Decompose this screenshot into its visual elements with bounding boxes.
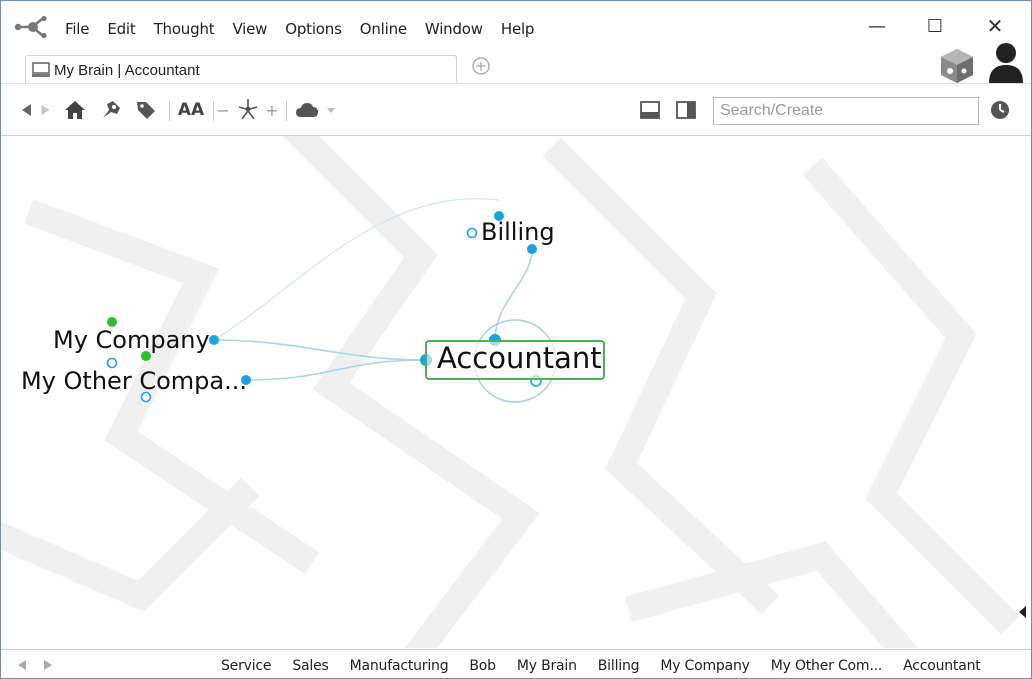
add-tab-icon[interactable] <box>471 56 491 76</box>
billing-jump-gate[interactable] <box>466 227 478 239</box>
menu-edit[interactable]: Edit <box>107 20 144 38</box>
history-clock-icon[interactable] <box>989 97 1011 123</box>
history-item[interactable]: Sales <box>292 658 328 674</box>
history-item[interactable]: Manufacturing <box>350 658 449 674</box>
history-back-icon[interactable] <box>15 659 29 671</box>
chevron-down-icon[interactable] <box>325 97 337 123</box>
menu-view[interactable]: View <box>232 20 276 38</box>
layout-right-icon[interactable] <box>675 97 697 123</box>
thought-my-company[interactable]: My Company <box>53 328 210 352</box>
link-company-billing <box>213 198 500 341</box>
tag-icon[interactable] <box>135 97 157 123</box>
history-item[interactable]: Billing <box>598 658 640 674</box>
thought-accountant-active[interactable]: Accountant <box>437 344 602 373</box>
toolbar-separator <box>169 101 170 121</box>
history-item[interactable]: My Brain <box>517 658 577 674</box>
minimize-button[interactable]: — <box>857 13 897 39</box>
tab-divider <box>1 83 1031 84</box>
link-company-accountant <box>213 339 427 361</box>
toolbar: AA − + <box>1 85 1031 135</box>
menu-window[interactable]: Window <box>425 20 492 38</box>
font-size-button[interactable]: AA <box>177 97 205 123</box>
menu-bar: File Edit Thought View Options Online Wi… <box>65 20 552 38</box>
user-icon[interactable] <box>987 41 1025 85</box>
history-item[interactable]: Service <box>221 658 272 674</box>
menu-online[interactable]: Online <box>360 20 416 38</box>
menu-file[interactable]: File <box>65 20 98 38</box>
pin-icon[interactable] <box>99 97 123 123</box>
gravity-icon[interactable] <box>235 97 261 123</box>
thought-my-other-company[interactable]: My Other Compa... <box>21 369 247 393</box>
home-icon[interactable] <box>63 97 87 123</box>
history-item[interactable]: My Other Com... <box>771 658 883 674</box>
maximize-button[interactable]: ☐ <box>915 13 955 39</box>
thought-canvas[interactable]: Billing My Company My Other Compa... Acc… <box>1 136 1031 648</box>
history-item[interactable]: Accountant <box>903 658 981 674</box>
panel-expand-arrow-icon[interactable] <box>1019 606 1026 618</box>
zoom-out-button[interactable]: − <box>216 97 229 123</box>
back-icon[interactable] <box>19 97 35 123</box>
history-forward-icon[interactable] <box>41 659 55 671</box>
toolbar-separator <box>213 101 214 121</box>
toolbar-separator <box>286 101 287 121</box>
menu-thought[interactable]: Thought <box>154 20 224 38</box>
search-input[interactable] <box>713 97 979 125</box>
forward-icon[interactable] <box>38 97 52 123</box>
thought-billing[interactable]: Billing <box>481 220 555 244</box>
history-item[interactable]: My Company <box>660 658 750 674</box>
history-bar: Service Sales Manufacturing Bob My Brain… <box>1 649 1031 678</box>
tab-label: My Brain | Accountant <box>54 61 200 79</box>
close-button[interactable]: ✕ <box>975 13 1015 39</box>
layout-bottom-icon[interactable] <box>639 97 661 123</box>
cloud-icon[interactable] <box>295 97 323 123</box>
menu-options[interactable]: Options <box>285 20 350 38</box>
app-logo-icon[interactable] <box>13 15 49 39</box>
history-item[interactable]: Bob <box>469 658 496 674</box>
company-jump-gate[interactable] <box>209 335 219 345</box>
brain-cube-icon[interactable] <box>937 45 977 85</box>
menu-help[interactable]: Help <box>501 20 543 38</box>
link-billing-accountant <box>494 248 533 341</box>
brain-tab[interactable]: My Brain | Accountant <box>25 55 457 84</box>
tab-brain-icon <box>32 62 50 77</box>
title-bar: File Edit Thought View Options Online Wi… <box>1 1 1031 51</box>
history-list: Service Sales Manufacturing Bob My Brain… <box>221 658 1002 674</box>
app-window: File Edit Thought View Options Online Wi… <box>0 0 1032 679</box>
zoom-in-button[interactable]: + <box>265 97 278 123</box>
